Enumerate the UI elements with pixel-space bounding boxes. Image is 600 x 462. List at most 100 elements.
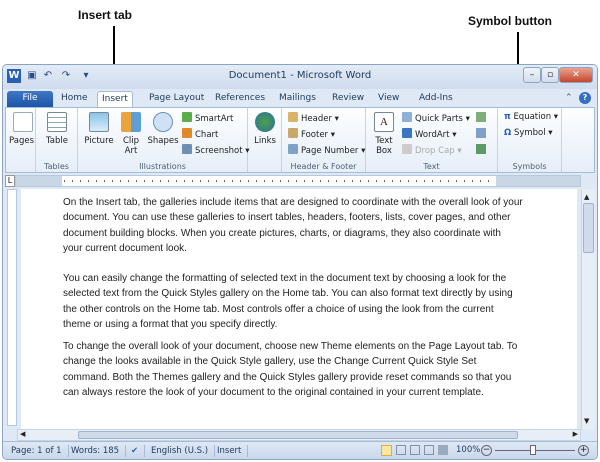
tab-home[interactable]: Home (57, 91, 92, 107)
window-title: Document1 - Microsoft Word (228, 70, 372, 81)
word-count[interactable]: Words: 185 (65, 445, 127, 457)
quick-parts-label: Quick Parts (415, 114, 463, 124)
zoom-slider-thumb[interactable] (530, 445, 536, 455)
group-header-footer: Header ▾ Footer ▾ Page Number ▾ Header &… (282, 108, 366, 172)
ruler-margin-right (496, 176, 580, 186)
paragraph: On the Insert tab, the galleries include… (63, 197, 523, 254)
links-label: Links (254, 136, 276, 146)
tab-file[interactable]: File (7, 91, 53, 107)
document-page[interactable]: On the Insert tab, the galleries include… (21, 189, 577, 429)
group-text: A Text Box Quick Parts ▾ WordArt ▾ Drop … (366, 108, 498, 172)
horizontal-scrollbar[interactable]: ◀ ▶ (17, 429, 581, 441)
quick-parts-icon (402, 112, 412, 122)
horizontal-scroll-thumb[interactable] (78, 431, 518, 439)
print-layout-icon[interactable] (381, 445, 392, 456)
ribbon-tabs: File Home Insert Page Layout References … (3, 89, 597, 110)
screenshot-button[interactable]: Screenshot ▾ (182, 144, 250, 156)
clip-art-button[interactable]: Clip Art (118, 110, 144, 158)
insert-tab-callout: Insert tab (78, 8, 133, 22)
drop-cap-icon (402, 144, 412, 154)
equation-label: Equation (513, 112, 552, 122)
insert-mode-status[interactable]: Insert (211, 445, 249, 457)
tab-mailings[interactable]: Mailings (275, 91, 320, 107)
page-number-button[interactable]: Page Number ▾ (288, 144, 365, 156)
vertical-scrollbar[interactable]: ▲ ▼ (581, 189, 595, 429)
table-label: Table (46, 136, 68, 146)
group-symbols: π Equation ▾ Ω Symbol ▾ Symbols (498, 108, 562, 172)
horizontal-ruler[interactable] (15, 175, 581, 187)
maximize-button[interactable]: ▫ (541, 67, 559, 83)
pages-label: Pages (9, 136, 35, 146)
status-bar: Page: 1 of 1 Words: 185 ✔ English (U.S.)… (3, 441, 597, 459)
page-count[interactable]: Page: 1 of 1 (5, 445, 69, 457)
shapes-label: Shapes (147, 136, 179, 146)
screenshot-icon (182, 144, 192, 154)
group-illustrations: Picture Clip Art Shapes SmartArt Chart S… (78, 108, 250, 172)
language-status[interactable]: English (U.S.) (145, 445, 216, 457)
text-box-button[interactable]: A Text Box (370, 110, 398, 160)
wordart-button[interactable]: WordArt ▾ (402, 128, 456, 140)
header-label: Header (301, 114, 332, 124)
omega-icon: Ω (504, 128, 512, 138)
text-box-icon: A (374, 112, 394, 132)
vertical-ruler[interactable] (7, 189, 17, 426)
equation-button[interactable]: π Equation ▾ (504, 112, 558, 122)
links-icon (255, 112, 275, 132)
shapes-icon (153, 112, 173, 132)
scroll-right-icon[interactable]: ▶ (573, 430, 578, 438)
shapes-button[interactable]: Shapes (146, 110, 180, 158)
paragraph: You can easily change the formatting of … (63, 273, 513, 330)
chart-label: Chart (195, 130, 219, 140)
quick-parts-button[interactable]: Quick Parts ▾ (402, 112, 470, 124)
picture-button[interactable]: Picture (82, 110, 116, 150)
text-group-label: Text (423, 162, 440, 171)
proofing-icon[interactable]: ✔ (125, 445, 146, 457)
zoom-out-button[interactable]: − (481, 445, 492, 456)
header-button[interactable]: Header ▾ (288, 112, 339, 124)
zoom-in-button[interactable]: + (578, 445, 589, 456)
zoom-level[interactable]: 100% (456, 445, 480, 455)
scroll-up-icon[interactable]: ▲ (584, 193, 589, 201)
tab-references[interactable]: References (211, 91, 269, 107)
help-icon[interactable]: ? (579, 92, 591, 104)
tab-selector[interactable]: L (5, 175, 15, 187)
word-window: W ▣ ↶ ↷ ▾ Document1 - Microsoft Word – ▫… (2, 64, 598, 460)
clip-art-icon (121, 112, 141, 132)
scroll-down-icon[interactable]: ▼ (584, 417, 589, 425)
picture-label: Picture (84, 136, 114, 146)
footer-label: Footer (301, 130, 329, 140)
tab-view[interactable]: View (374, 91, 403, 107)
close-button[interactable]: ✕ (559, 67, 593, 83)
minimize-button[interactable]: – (523, 67, 541, 83)
table-button[interactable]: Table (42, 110, 72, 160)
text-box-label: Text Box (375, 136, 393, 156)
footer-button[interactable]: Footer ▾ (288, 128, 335, 140)
symbols-group-label: Symbols (512, 162, 547, 171)
links-button[interactable]: Links (252, 110, 278, 158)
title-bar: W ▣ ↶ ↷ ▾ Document1 - Microsoft Word – ▫… (3, 65, 597, 89)
tab-page-layout[interactable]: Page Layout (145, 91, 208, 107)
ruler-ticks (64, 180, 494, 182)
vertical-scroll-thumb[interactable] (583, 203, 594, 253)
full-screen-reading-icon[interactable] (396, 445, 406, 455)
wordart-label: WordArt (415, 130, 450, 140)
outline-icon[interactable] (424, 445, 434, 455)
symbol-button[interactable]: Ω Symbol ▾ (504, 128, 553, 138)
date-time-icon[interactable] (476, 128, 486, 138)
draft-icon[interactable] (438, 445, 448, 455)
chart-button[interactable]: Chart (182, 128, 218, 140)
object-icon[interactable] (476, 144, 486, 154)
drop-cap-label: Drop Cap (415, 146, 455, 156)
pages-button[interactable]: Pages (9, 110, 35, 160)
minimize-ribbon-icon[interactable]: ⌃ (565, 93, 573, 103)
signature-line-icon[interactable] (476, 112, 486, 122)
pi-icon: π (504, 112, 511, 122)
symbol-button-callout: Symbol button (468, 14, 552, 28)
scroll-left-icon[interactable]: ◀ (20, 430, 25, 438)
smartart-button[interactable]: SmartArt (182, 112, 233, 124)
page-number-label: Page Number (301, 146, 359, 156)
web-layout-icon[interactable] (410, 445, 420, 455)
tab-review[interactable]: Review (328, 91, 368, 107)
tab-add-ins[interactable]: Add-Ins (415, 91, 457, 107)
drop-cap-button[interactable]: Drop Cap ▾ (402, 144, 462, 156)
